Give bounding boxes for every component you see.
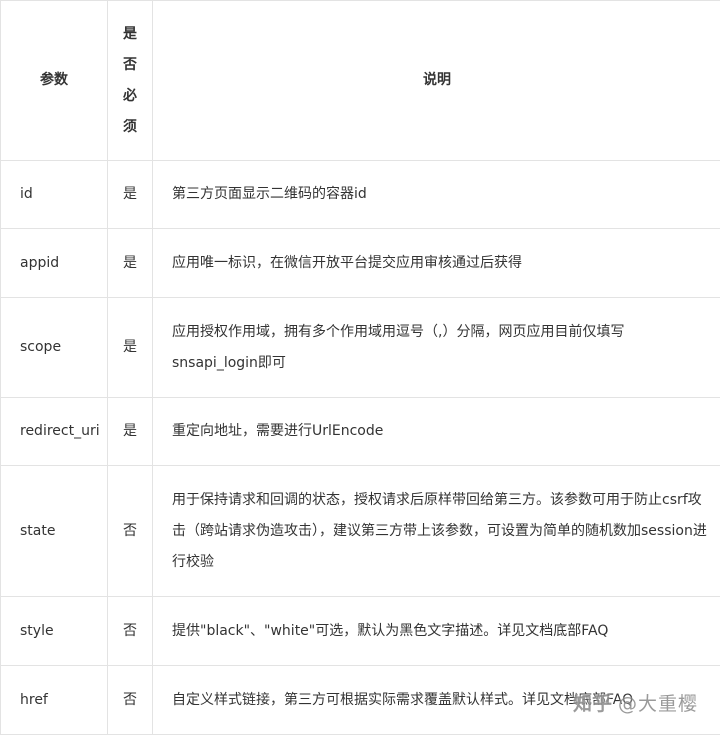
- param-description: 第三方页面显示二维码的容器id: [153, 161, 720, 229]
- table-row: redirect_uri 是 重定向地址，需要进行UrlEncode: [1, 398, 720, 466]
- param-required: 否: [108, 666, 153, 735]
- param-name: appid: [1, 229, 108, 298]
- param-required: 是: [108, 229, 153, 298]
- param-description: 自定义样式链接，第三方可根据实际需求覆盖默认样式。详见文档底部FAQ: [153, 666, 720, 735]
- param-description: 应用唯一标识，在微信开放平台提交应用审核通过后获得: [153, 229, 720, 298]
- header-required: 是否必须: [108, 1, 153, 161]
- param-description: 应用授权作用域，拥有多个作用域用逗号（,）分隔，网页应用目前仅填写snsapi_…: [153, 298, 720, 398]
- table-row: href 否 自定义样式链接，第三方可根据实际需求覆盖默认样式。详见文档底部FA…: [1, 666, 720, 735]
- header-description: 说明: [153, 1, 720, 161]
- param-required: 是: [108, 398, 153, 466]
- param-name: id: [1, 161, 108, 229]
- param-name: redirect_uri: [1, 398, 108, 466]
- table-row: appid 是 应用唯一标识，在微信开放平台提交应用审核通过后获得: [1, 229, 720, 298]
- param-name: scope: [1, 298, 108, 398]
- header-required-label: 是否必须: [123, 19, 137, 143]
- param-required: 否: [108, 597, 153, 666]
- params-table: 参数 是否必须 说明 id 是 第三方页面显示二维码的容器id appid 是 …: [0, 0, 720, 735]
- table-row: state 否 用于保持请求和回调的状态，授权请求后原样带回给第三方。该参数可用…: [1, 466, 720, 597]
- table-row: style 否 提供"black"、"white"可选，默认为黑色文字描述。详见…: [1, 597, 720, 666]
- header-param: 参数: [1, 1, 108, 161]
- param-name: href: [1, 666, 108, 735]
- param-required: 是: [108, 298, 153, 398]
- param-name: style: [1, 597, 108, 666]
- table-row: scope 是 应用授权作用域，拥有多个作用域用逗号（,）分隔，网页应用目前仅填…: [1, 298, 720, 398]
- param-name: state: [1, 466, 108, 597]
- table-row: id 是 第三方页面显示二维码的容器id: [1, 161, 720, 229]
- param-description: 用于保持请求和回调的状态，授权请求后原样带回给第三方。该参数可用于防止csrf攻…: [153, 466, 720, 597]
- param-required: 否: [108, 466, 153, 597]
- table-header-row: 参数 是否必须 说明: [1, 1, 720, 161]
- param-required: 是: [108, 161, 153, 229]
- param-description: 重定向地址，需要进行UrlEncode: [153, 398, 720, 466]
- param-description: 提供"black"、"white"可选，默认为黑色文字描述。详见文档底部FAQ: [153, 597, 720, 666]
